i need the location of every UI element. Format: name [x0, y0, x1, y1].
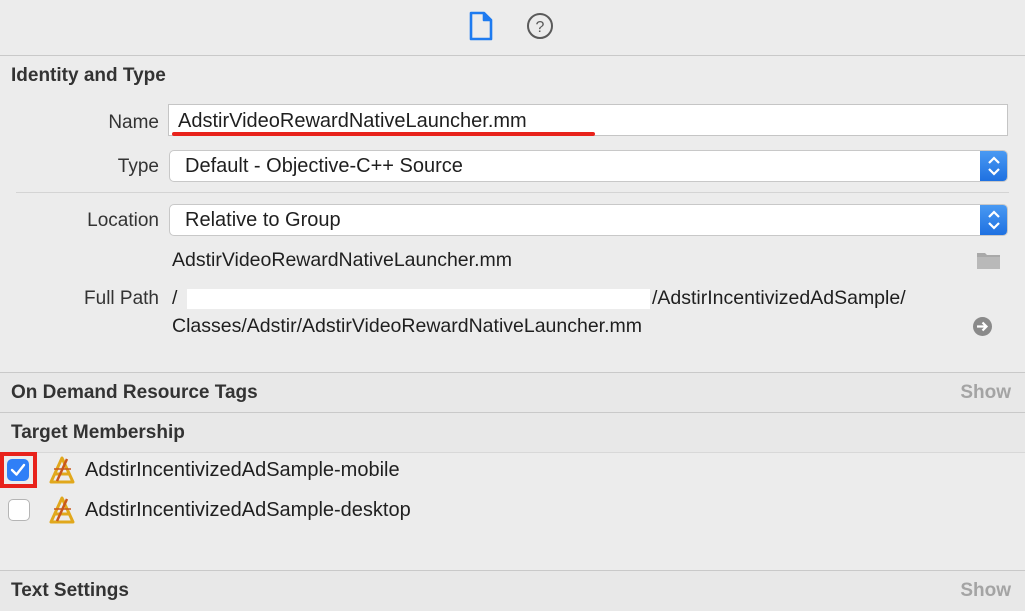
app-target-icon [49, 456, 75, 484]
identity-section-title: Identity and Type [11, 65, 166, 86]
text-settings-section-title: Text Settings [11, 580, 129, 601]
checkmark-icon [10, 463, 26, 476]
type-popup[interactable]: Default - Objective-C++ Source [169, 150, 1008, 182]
location-label: Location [87, 210, 159, 231]
chevron-up-down-icon [988, 156, 1000, 176]
full-path-prefix: / [172, 287, 178, 309]
full-path-label: Full Path [84, 288, 159, 309]
app-target-icon [49, 496, 75, 524]
redacted-path [187, 289, 650, 309]
section-separator [0, 452, 1025, 453]
annotation-underline [172, 132, 595, 136]
svg-text:?: ? [536, 19, 545, 36]
type-stepper[interactable] [980, 151, 1007, 181]
location-stepper[interactable] [980, 205, 1007, 235]
type-label: Type [117, 156, 159, 177]
full-path-line1: /AdstirIncentivizedAdSample/ [652, 287, 906, 309]
location-popup[interactable]: Relative to Group [169, 204, 1008, 236]
on-demand-show-button[interactable]: Show [960, 382, 1011, 404]
text-settings-section-header: Text Settings Show [0, 571, 1025, 611]
chevron-up-down-icon [988, 210, 1000, 230]
inspector-toolbar: ? [0, 0, 1025, 56]
name-label: Name [108, 112, 159, 133]
type-popup-value: Default - Objective-C++ Source [185, 155, 463, 177]
quick-help-icon[interactable]: ? [525, 11, 555, 41]
on-demand-section-title: On Demand Resource Tags [11, 382, 258, 403]
location-popup-value: Relative to Group [185, 209, 341, 231]
name-field-value: AdstirVideoRewardNativeLauncher.mm [178, 110, 527, 132]
folder-icon[interactable] [976, 250, 1001, 270]
target-mobile-label: AdstirIncentivizedAdSample-mobile [85, 459, 400, 481]
full-path-line2: Classes/Adstir/AdstirVideoRewardNativeLa… [172, 315, 643, 337]
identity-section-header: Identity and Type [0, 56, 1025, 96]
reveal-arrow-icon[interactable] [972, 316, 993, 337]
target-membership-section-title: Target Membership [11, 422, 185, 443]
file-inspector-icon[interactable] [466, 11, 496, 41]
target-desktop-label: AdstirIncentivizedAdSample-desktop [85, 499, 411, 521]
target-mobile-checkbox[interactable] [7, 459, 29, 481]
target-membership-section-header: Target Membership [0, 413, 1025, 453]
on-demand-section-header: On Demand Resource Tags Show [0, 373, 1025, 413]
target-desktop-checkbox[interactable] [8, 499, 30, 521]
text-settings-show-button[interactable]: Show [960, 580, 1011, 602]
divider [16, 192, 1009, 193]
location-filename: AdstirVideoRewardNativeLauncher.mm [172, 249, 512, 271]
